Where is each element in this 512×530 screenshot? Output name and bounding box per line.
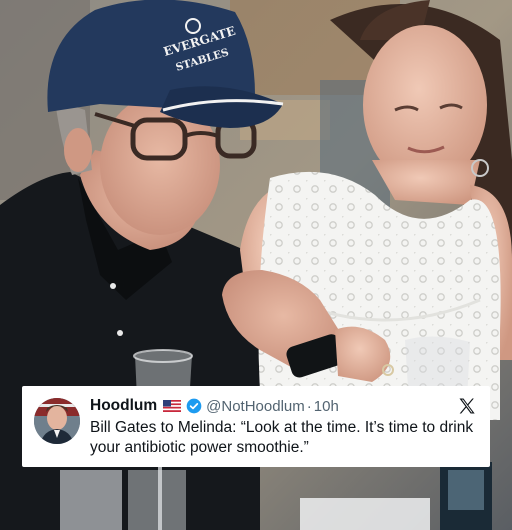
timestamp[interactable]: 10h [314,398,339,415]
verified-badge-icon [186,398,202,414]
avatar[interactable] [34,398,80,444]
tweet-header: Hoodlum @NotHoodlum · 10h [90,395,450,417]
tweet-card[interactable]: Hoodlum @NotHoodlum · 10h Bill Gates to … [22,386,490,467]
avatar-portrait [34,398,80,444]
display-name[interactable]: Hoodlum [90,397,157,415]
us-flag-icon [163,400,182,412]
tweet-text: Bill Gates to Melinda: “Look at the time… [90,419,474,456]
user-handle[interactable]: @NotHoodlum [206,398,305,415]
separator-dot: · [306,397,312,415]
x-logo-icon[interactable] [457,396,477,416]
